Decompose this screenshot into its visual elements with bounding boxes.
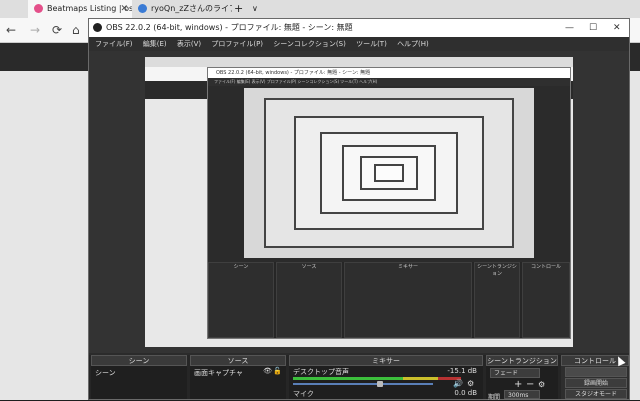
nested-capture: OBS 22.0.2 (64-bit, windows) - プロファイル: 無… <box>145 57 573 347</box>
menu-file[interactable]: ファイル(F) <box>95 40 133 48</box>
lock-icon[interactable]: 🔓 <box>273 367 282 375</box>
channel-name: マイク <box>293 390 314 398</box>
forward-button[interactable]: → <box>30 22 40 38</box>
menu-tools[interactable]: ツール(T) <box>356 40 387 48</box>
live-favicon-icon <box>138 4 147 13</box>
add-icon[interactable]: + <box>514 379 522 390</box>
start-streaming-button[interactable] <box>565 367 627 377</box>
source-label: 画面キャプチャ <box>194 369 243 377</box>
level-meter <box>293 377 461 380</box>
transitions-header: シーントランジション <box>486 355 558 366</box>
eye-icon[interactable]: 👁 <box>263 367 272 375</box>
menu-help[interactable]: ヘルプ(H) <box>397 40 429 48</box>
obs-logo-icon <box>93 23 102 32</box>
nested-dock-sources: ソース <box>276 262 342 338</box>
back-button[interactable]: ← <box>6 22 16 38</box>
gear-icon[interactable]: ⚙ <box>538 380 545 389</box>
transition-select[interactable]: フェード <box>490 368 540 378</box>
mixer-body: デスクトップ音声 -15.1 dB 🔊 ⚙ マイク 0.0 dB <box>289 366 483 399</box>
menu-scene-collection[interactable]: シーンコレクション(S) <box>273 40 346 48</box>
duration-input[interactable]: 300ms <box>504 390 540 399</box>
nested-docks: シーン ソース ミキサー シーントランジション コントロール <box>208 262 570 338</box>
obs-menu-bar: ファイル(F) 編集(E) 表示(V) プロファイル(P) シーンコレクション(… <box>89 37 629 51</box>
nested-preview <box>244 88 534 258</box>
channel-db: -15.1 dB <box>447 367 477 375</box>
nested-tab-bar <box>145 57 573 67</box>
obs-title-bar: OBS 22.0.2 (64-bit, windows) - プロファイル: 無… <box>89 19 629 37</box>
controls-body: 録画開始 スタジオモード <box>561 366 629 399</box>
sources-header: ソース <box>190 355 286 366</box>
obs-window: OBS 22.0.2 (64-bit, windows) - プロファイル: 無… <box>88 18 630 401</box>
tab-title: ryoQn_zZさんのライブ配信 - <box>151 4 232 13</box>
source-item[interactable]: 画面キャプチャ 👁 🔓 <box>190 366 286 380</box>
maximize-button[interactable]: ☐ <box>589 19 597 37</box>
refresh-button[interactable]: ⟳ <box>52 22 62 38</box>
mixer-header: ミキサー <box>289 355 483 366</box>
mixer-dock: ミキサー デスクトップ音声 -15.1 dB 🔊 ⚙ マイク 0.0 dB <box>289 355 483 399</box>
obs-title: OBS 22.0.2 (64-bit, windows) - プロファイル: 無… <box>106 23 353 32</box>
browser-tab-bar: Beatmaps Listing | osu! ✕ ryoQn_zZさんのライブ… <box>0 0 640 18</box>
menu-profile[interactable]: プロファイル(P) <box>211 40 263 48</box>
sources-list: 画面キャプチャ 👁 🔓 <box>190 366 286 399</box>
home-button[interactable]: ⌂ <box>72 22 80 38</box>
nested-obs-title: OBS 22.0.2 (64-bit, windows) - プロファイル: 無… <box>208 68 570 78</box>
close-button[interactable]: ✕ <box>613 19 621 37</box>
transitions-dock: シーントランジション フェード + − ⚙ 期間 300ms <box>486 355 558 401</box>
transitions-body: フェード + − ⚙ 期間 300ms <box>486 366 558 401</box>
osu-favicon-icon <box>34 4 43 13</box>
tab-title: Beatmaps Listing | osu! <box>47 4 132 13</box>
mixer-channel-desktop: デスクトップ音声 -15.1 dB <box>293 367 477 377</box>
minimize-button[interactable]: — <box>565 19 574 37</box>
start-recording-button[interactable]: 録画開始 <box>565 378 627 388</box>
obs-preview[interactable]: OBS 22.0.2 (64-bit, windows) - プロファイル: 無… <box>89 51 629 353</box>
nested-dock-mixer: ミキサー <box>344 262 472 338</box>
speaker-icon[interactable]: 🔊 <box>453 379 463 388</box>
nested-obs-menu: ファイル(F) 編集(E) 表示(V) プロファイル(P) シーンコレクション(… <box>208 78 570 86</box>
studio-mode-button[interactable]: スタジオモード <box>565 389 627 399</box>
nested-obs-window: OBS 22.0.2 (64-bit, windows) - プロファイル: 無… <box>207 67 571 339</box>
channel-db: 0.0 dB <box>454 389 477 397</box>
mixer-channel-mic: マイク 0.0 dB <box>293 389 477 399</box>
sources-dock: ソース 画面キャプチャ 👁 🔓 <box>190 355 286 399</box>
slider-knob[interactable] <box>377 381 383 387</box>
tunnel-frame <box>374 164 404 182</box>
new-tab-button[interactable]: + <box>234 0 248 18</box>
browser-tab-live[interactable]: ryoQn_zZさんのライブ配信 - <box>132 0 232 18</box>
menu-view[interactable]: 表示(V) <box>177 40 201 48</box>
nested-dock-controls: コントロール <box>522 262 570 338</box>
nested-dock-scenes: シーン <box>208 262 274 338</box>
channel-name: デスクトップ音声 <box>293 368 349 376</box>
gear-icon[interactable]: ⚙ <box>467 379 474 388</box>
scenes-list: シーン <box>91 366 187 399</box>
scene-item[interactable]: シーン <box>91 366 187 380</box>
menu-edit[interactable]: 編集(E) <box>143 40 167 48</box>
remove-icon[interactable]: − <box>526 379 534 390</box>
scenes-dock: シーン シーン <box>91 355 187 399</box>
browser-tab-osu[interactable]: Beatmaps Listing | osu! ✕ <box>28 0 132 18</box>
nested-dock-transitions: シーントランジション <box>474 262 520 338</box>
volume-slider[interactable] <box>293 381 433 387</box>
scenes-header: シーン <box>91 355 187 366</box>
obs-docks: シーン シーン ソース 画面キャプチャ 👁 🔓 ミキサー デスクトップ音声 -1… <box>89 355 629 401</box>
tab-list-button[interactable]: ∨ <box>252 0 264 18</box>
close-tab-icon[interactable]: ✕ <box>120 0 128 18</box>
